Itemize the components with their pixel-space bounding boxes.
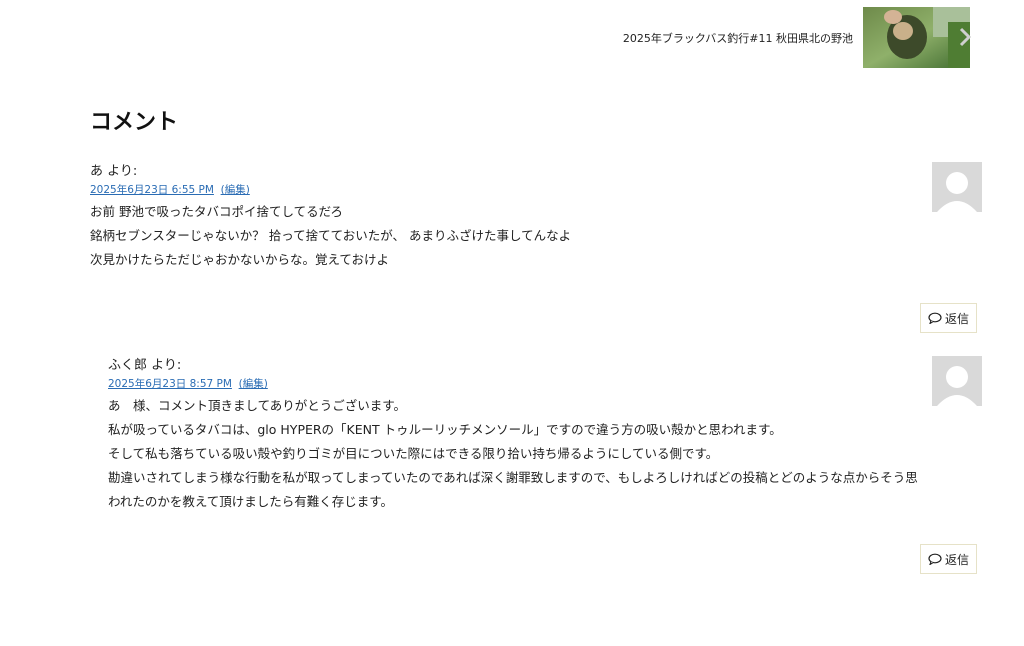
default-avatar-icon	[932, 162, 982, 212]
comment-date-link[interactable]: 2025年6月23日 8:57 PM	[108, 378, 232, 390]
comment-text-line: 銘柄セブンスターじゃないか？ 拾って捨てておいたが、 あまりふざけた事してんなよ	[90, 228, 572, 243]
reply-label: 返信	[945, 311, 970, 326]
comment-reply: ふく郎 より: 2025年6月23日 8:57 PM (編集) あ 様、コメント…	[108, 356, 983, 514]
comment-meta: 2025年6月23日 6:55 PM (編集)	[90, 182, 983, 198]
default-avatar-icon	[932, 356, 982, 406]
comment-text-line: 勘違いされてしまう様な行動を私が取ってしまっていたのであれば深く謝罪致しますので…	[108, 470, 918, 485]
comment-meta: 2025年6月23日 8:57 PM (編集)	[108, 376, 983, 392]
avatar	[932, 162, 982, 212]
comment-author: ふく郎 より:	[108, 358, 182, 373]
chevron-right-icon[interactable]	[958, 26, 972, 48]
comment-edit-link[interactable]: (編集)	[221, 184, 250, 196]
comment-text-line: お前 野池で吸ったタバコポイ捨てしてるだろ	[90, 204, 343, 219]
speech-bubble-icon	[928, 312, 942, 324]
avatar	[932, 356, 982, 406]
comments-heading: コメント	[90, 110, 179, 135]
comment-text-line: 次見かけたらただじゃおかないからな。覚えておけよ	[90, 252, 390, 267]
comment-text-line: 私が吸っているタバコは、glo HYPERの「KENT トゥルーリッチメンソール…	[108, 422, 782, 437]
speech-bubble-icon	[928, 553, 942, 565]
reply-label: 返信	[945, 552, 970, 567]
reply-button[interactable]: 返信	[920, 303, 978, 333]
comment-text-line: われたのかを教えて頂けましたら有難く存じます。	[108, 494, 394, 509]
next-post-thumbnail	[863, 7, 970, 68]
comment-text-line: そして私も落ちている吸い殻や釣りゴミが目についた際にはできる限り拾い持ち帰るよう…	[108, 446, 719, 461]
comment-text-line: あ 様、コメント頂きましてありがとうございます。	[108, 398, 407, 413]
comment-author: あ より:	[90, 164, 138, 179]
comment: あ より: 2025年6月23日 6:55 PM (編集) お前 野池で吸ったタ…	[90, 162, 983, 272]
reply-button[interactable]: 返信	[920, 544, 978, 574]
comment-edit-link[interactable]: (編集)	[239, 378, 268, 390]
next-post-title: 2025年ブラックバス釣行#11 秋田県北の野池	[622, 31, 853, 45]
comment-date-link[interactable]: 2025年6月23日 6:55 PM	[90, 184, 214, 196]
next-post-link[interactable]: 2025年ブラックバス釣行#11 秋田県北の野池	[623, 7, 970, 68]
